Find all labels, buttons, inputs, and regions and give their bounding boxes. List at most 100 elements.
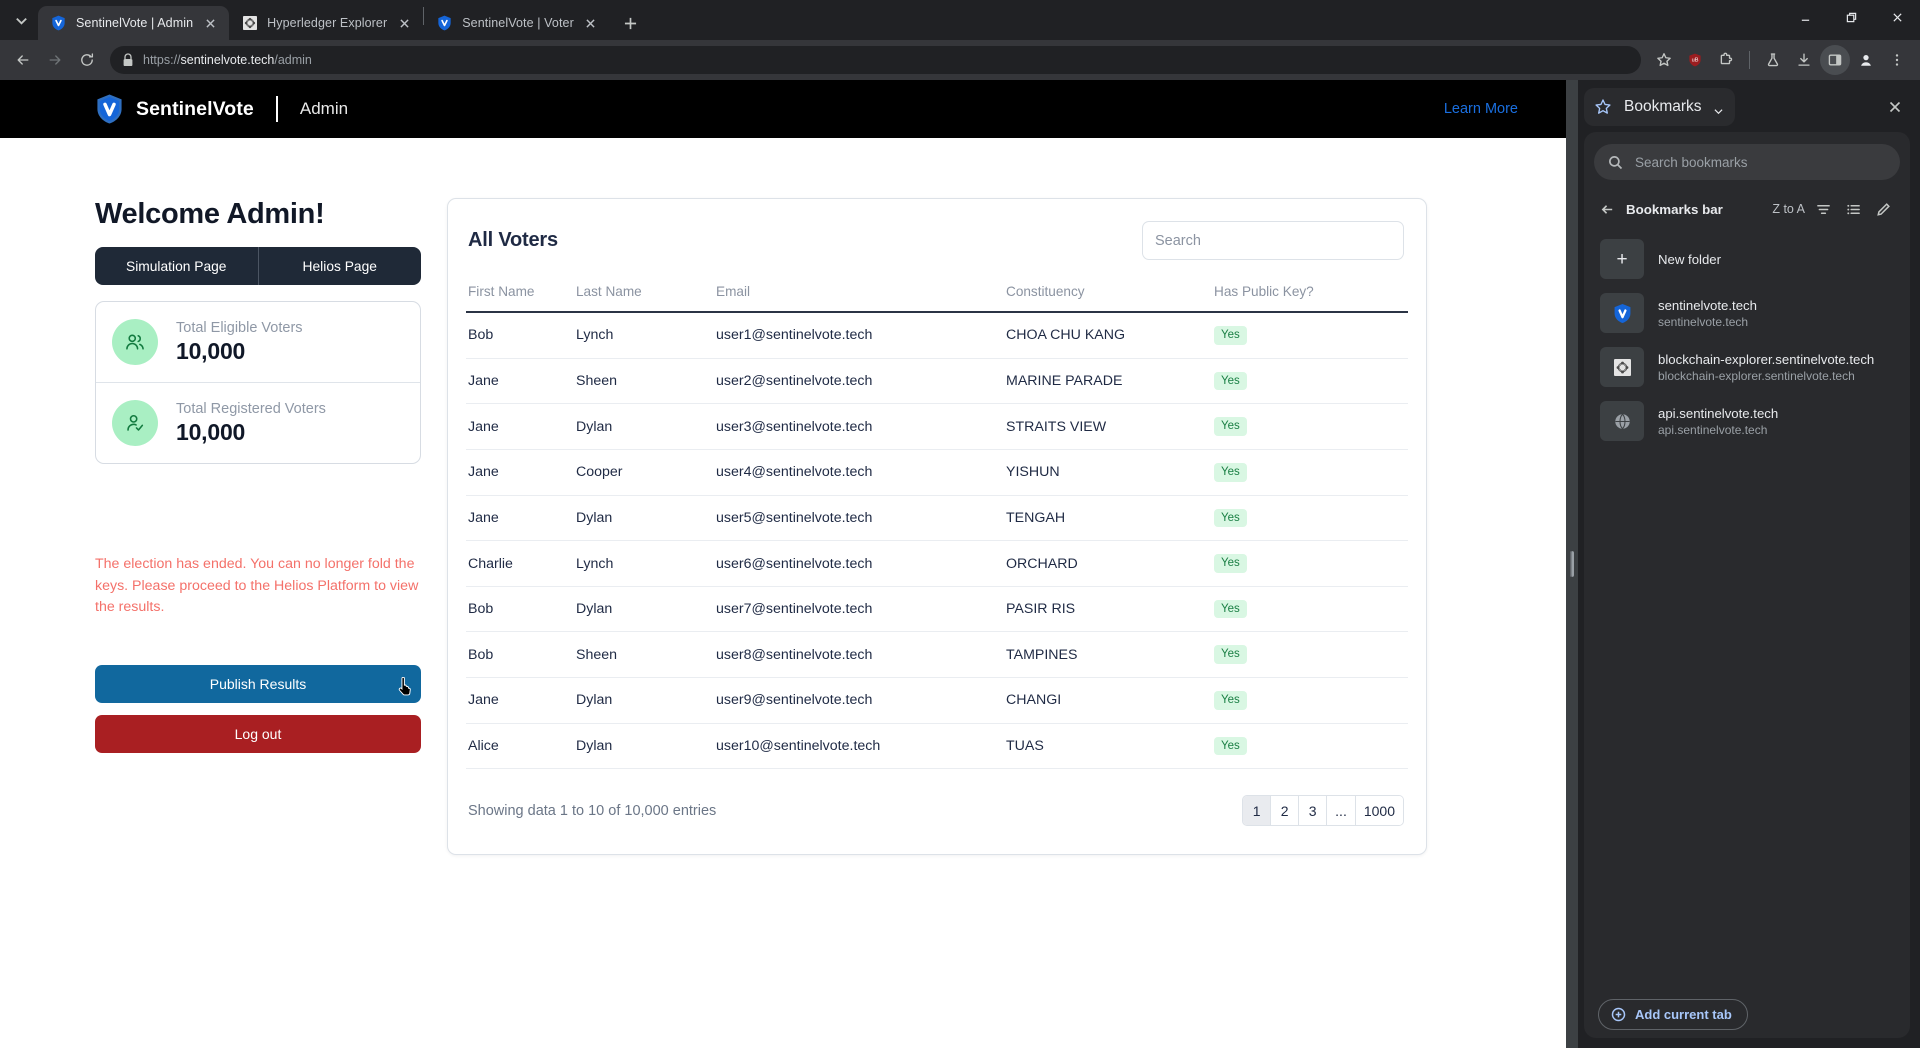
cell-last-name: Lynch [576, 312, 716, 359]
flask-icon[interactable] [1758, 45, 1788, 75]
all-voters-card: All Voters First Name Last Name Email [447, 198, 1427, 856]
log-out-label: Log out [234, 725, 282, 742]
pagination-page-...[interactable]: ... [1327, 796, 1356, 826]
status-badge: Yes [1214, 736, 1247, 756]
side-panel-resize-handle[interactable] [1566, 80, 1578, 1048]
sentinelvote-shield-icon [1600, 293, 1644, 333]
profile-avatar-icon[interactable] [1851, 45, 1881, 75]
column-header-constituency: Constituency [1006, 284, 1214, 313]
breadcrumb: Bookmarks bar [1626, 201, 1723, 217]
bookmark-star-icon [1594, 98, 1612, 116]
side-panel-selector[interactable]: Bookmarks [1584, 88, 1735, 126]
new-folder-item[interactable]: + New folder [1594, 232, 1900, 286]
list-view-icon[interactable] [1840, 196, 1866, 222]
bookmark-name: New folder [1658, 251, 1722, 267]
sort-filter-icon[interactable] [1810, 196, 1836, 222]
toolbar-actions: uB [1649, 45, 1912, 75]
browser-window: SentinelVote | Admin Hyperledger Explore… [0, 0, 1920, 1048]
cell-email: user10@sentinelvote.tech [716, 723, 1006, 770]
cell-email: user1@sentinelvote.tech [716, 312, 1006, 359]
browser-tab-2[interactable]: SentinelVote | Voter [424, 6, 610, 40]
pagination-page-2[interactable]: 2 [1271, 796, 1300, 826]
cell-has-public-key: Yes [1214, 312, 1408, 359]
cell-first-name: Bob [466, 312, 576, 359]
pagination-page-1000[interactable]: 1000 [1355, 796, 1403, 826]
cell-last-name: Dylan [576, 677, 716, 724]
back-arrow-icon[interactable] [1596, 198, 1618, 220]
status-badge: Yes [1214, 599, 1247, 619]
cell-constituency: MARINE PARADE [1006, 358, 1214, 405]
address-bar[interactable]: https://sentinelvote.tech/admin [110, 46, 1641, 74]
resize-grip-icon [1570, 551, 1574, 577]
plus-circle-icon [1611, 1007, 1626, 1022]
cell-has-public-key: Yes [1214, 449, 1408, 496]
new-tab-button[interactable] [616, 8, 646, 38]
stat-value: 10,000 [176, 419, 246, 446]
downloads-icon[interactable] [1789, 45, 1819, 75]
search-input[interactable] [1155, 232, 1391, 249]
browser-tab-0[interactable]: SentinelVote | Admin [38, 6, 230, 40]
pagination-page-1[interactable]: 1 [1243, 796, 1272, 826]
ublock-origin-icon[interactable]: uB [1680, 45, 1710, 75]
globe-icon [1600, 401, 1644, 441]
table-row: Bob Lynch user1@sentinelvote.tech CHOA CHU … [466, 312, 1408, 359]
side-panel-icon[interactable] [1820, 45, 1850, 75]
tab-simulation-page[interactable]: Simulation Page [95, 247, 258, 285]
pagination-page-3[interactable]: 3 [1299, 796, 1328, 826]
voter-search-box[interactable] [1142, 221, 1404, 260]
reload-icon[interactable] [72, 45, 102, 75]
bookmark-item[interactable]: sentinelvote.tech sentinelvote.tech [1594, 286, 1900, 340]
sentinelvote-shield-icon [50, 15, 67, 32]
left-column: Welcome Admin! Simulation Page Helios Pa… [95, 198, 425, 855]
window-controls [1782, 0, 1920, 34]
bookmarks-search-box[interactable] [1594, 144, 1900, 180]
tab-search-chevron-down-icon[interactable] [4, 3, 38, 37]
table-row: Jane Dylan user5@sentinelvote.tech TENGAH Ye… [466, 495, 1408, 542]
close-window-button[interactable] [1874, 0, 1920, 34]
browser-tab-1[interactable]: Hyperledger Explorer [229, 6, 423, 40]
users-group-icon [112, 319, 158, 366]
tab-helios-page[interactable]: Helios Page [257, 247, 422, 285]
publish-results-button[interactable]: Publish Results [95, 664, 421, 703]
three-dot-menu-icon[interactable] [1882, 45, 1912, 75]
tab-close-icon[interactable] [582, 14, 600, 32]
site-brand[interactable]: SentinelVote Admin [95, 93, 348, 125]
bookmarks-list: + New folder sentinelvote.tech sentinelvote… [1594, 232, 1900, 448]
side-panel-header: Bookmarks [1584, 88, 1910, 126]
search-icon [1609, 155, 1623, 169]
cell-has-public-key: Yes [1214, 631, 1408, 679]
page-switch-tabs: Simulation Page Helios Page [95, 247, 421, 285]
pencil-edit-icon[interactable] [1870, 196, 1896, 222]
learn-more-link[interactable]: Learn More [1444, 101, 1518, 117]
cell-email: user7@sentinelvote.tech [716, 586, 1006, 633]
browser-toolbar: https://sentinelvote.tech/admin uB [0, 40, 1920, 80]
cell-has-public-key: Yes [1214, 540, 1408, 587]
card-header: All Voters [466, 221, 1408, 260]
forward-arrow-icon[interactable] [40, 45, 70, 75]
content-row: SentinelVote Admin Learn More Welcome Ad… [0, 80, 1920, 1048]
bookmark-item[interactable]: blockchain-explorer.sentinelvote.tech blo… [1594, 340, 1900, 394]
address-bar-url: https://sentinelvote.tech/admin [143, 53, 312, 67]
add-current-tab-button[interactable]: Add current tab [1598, 999, 1748, 1030]
bookmark-star-icon[interactable] [1649, 45, 1679, 75]
status-badge: Yes [1214, 371, 1247, 391]
cell-first-name: Jane [466, 403, 576, 450]
bookmark-item[interactable]: api.sentinelvote.tech api.sentinelvote.te… [1594, 394, 1900, 448]
cell-last-name: Dylan [576, 586, 716, 633]
cell-last-name: Sheen [576, 358, 716, 405]
sort-order-label: Z to A [1772, 202, 1805, 216]
log-out-button[interactable]: Log out [95, 714, 421, 753]
tab-close-icon[interactable] [395, 14, 413, 32]
page-body: Welcome Admin! Simulation Page Helios Pa… [0, 138, 1566, 856]
https-lock-icon [122, 53, 134, 67]
extensions-icon[interactable] [1711, 45, 1741, 75]
tab-close-icon[interactable] [201, 14, 219, 32]
back-arrow-icon[interactable] [8, 45, 38, 75]
bookmarks-search-input[interactable] [1635, 154, 1886, 170]
side-panel-close-button[interactable] [1880, 92, 1910, 122]
cell-constituency: PASIR RIS [1006, 586, 1214, 633]
status-badge: Yes [1214, 417, 1247, 436]
minimize-button[interactable] [1782, 0, 1828, 34]
cell-has-public-key: Yes [1214, 723, 1408, 770]
maximize-restore-button[interactable] [1828, 0, 1874, 34]
